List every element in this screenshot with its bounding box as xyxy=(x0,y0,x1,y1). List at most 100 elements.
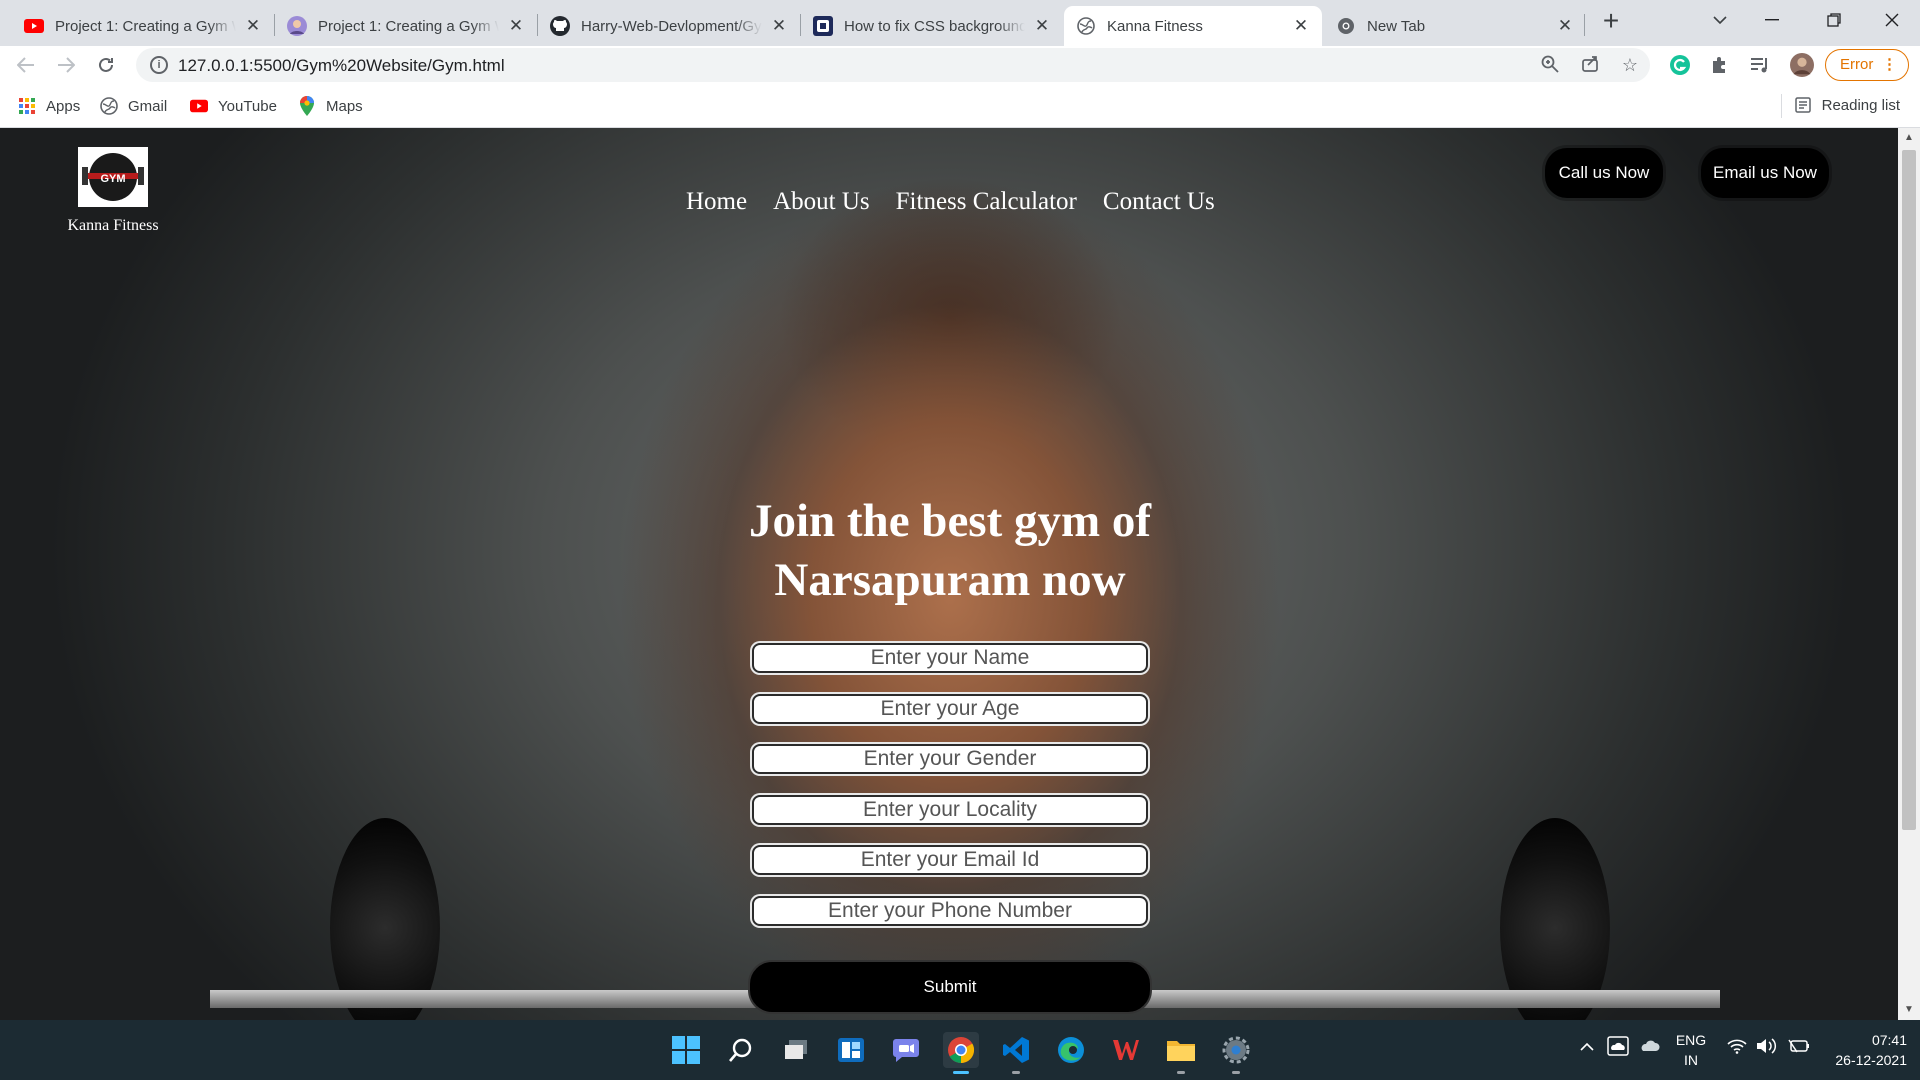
scroll-down-arrow-icon[interactable]: ▼ xyxy=(1903,1004,1915,1016)
new-tab-plus-icon[interactable]: + xyxy=(1598,7,1624,35)
tab-css-background[interactable]: How to fix CSS background ✕ xyxy=(801,6,1063,46)
nav-contact-us[interactable]: Contact Us xyxy=(1103,188,1215,216)
address-url[interactable]: 127.0.0.1:5500/Gym%20Website/Gym.html xyxy=(178,56,505,76)
clock-date: 26-12-2021 xyxy=(1835,1052,1907,1068)
globe-icon xyxy=(1076,16,1096,36)
tab-divider xyxy=(1584,14,1585,36)
weather-cloud-icon[interactable] xyxy=(1638,1036,1660,1059)
chrome-icon xyxy=(1336,16,1356,36)
language-indicator[interactable]: ENG IN xyxy=(1673,1030,1709,1070)
tab-avatar-project[interactable]: Project 1: Creating a Gym W ✕ xyxy=(275,6,537,46)
file-explorer-icon[interactable] xyxy=(1163,1032,1199,1074)
windows-taskbar: ENG IN 07:41 26-12-2021 xyxy=(0,1020,1920,1080)
tab-title: How to fix CSS background xyxy=(844,17,1025,35)
tab-youtube-project[interactable]: Project 1: Creating a Gym W ✕ xyxy=(12,6,274,46)
chat-icon[interactable] xyxy=(888,1032,924,1068)
region-label: IN xyxy=(1684,1052,1698,1068)
site-logo[interactable]: GYM Kanna Fitness xyxy=(58,147,168,235)
avatar-icon xyxy=(287,16,307,36)
email-input[interactable] xyxy=(752,845,1148,875)
page-viewport: GYM Kanna Fitness Home About Us Fitness … xyxy=(0,128,1920,1020)
close-tab-icon[interactable]: ✕ xyxy=(1556,17,1574,35)
tray-overflow-chevron-icon[interactable] xyxy=(1580,1038,1594,1056)
bookmark-label: YouTube xyxy=(218,97,277,115)
grammarly-icon[interactable] xyxy=(1668,53,1692,77)
bookmark-label: Apps xyxy=(46,97,81,115)
bookmark-label: Maps xyxy=(326,97,363,115)
system-clock[interactable]: 07:41 26-12-2021 xyxy=(1823,1030,1907,1070)
reading-list-button[interactable]: Reading list xyxy=(1794,96,1900,114)
bookmark-apps[interactable]: Apps xyxy=(18,96,80,116)
email-us-button[interactable]: Email us Now xyxy=(1701,148,1829,198)
more-menu-icon[interactable]: ⋮ xyxy=(1882,50,1897,79)
reading-list-icon xyxy=(1794,96,1812,114)
edge-icon[interactable] xyxy=(1053,1032,1089,1068)
close-tab-icon[interactable]: ✕ xyxy=(770,17,788,35)
chrome-icon[interactable] xyxy=(943,1032,979,1074)
extensions-puzzle-icon[interactable] xyxy=(1708,53,1732,77)
forward-arrow-icon[interactable] xyxy=(52,51,80,79)
bookmark-maps[interactable]: Maps xyxy=(298,96,363,116)
profile-avatar[interactable] xyxy=(1790,53,1814,77)
gender-input[interactable] xyxy=(752,744,1148,774)
profile-error-button[interactable]: Error ⋮ xyxy=(1825,49,1909,81)
locality-input[interactable] xyxy=(752,795,1148,825)
github-icon xyxy=(550,16,570,36)
site-icon xyxy=(813,16,833,36)
clock-time: 07:41 xyxy=(1871,1032,1907,1048)
tab-kanna-fitness[interactable]: Kanna Fitness ✕ xyxy=(1064,6,1322,46)
nav-home[interactable]: Home xyxy=(686,188,747,216)
share-icon[interactable] xyxy=(1580,55,1600,75)
bookmark-gmail[interactable]: Gmail xyxy=(100,96,167,116)
scrollbar-thumb[interactable] xyxy=(1902,150,1916,830)
bookmarks-bar: Apps Gmail YouTube Maps Reading list xyxy=(0,84,1920,128)
bookmarks-divider xyxy=(1781,94,1782,118)
nav-fitness-calculator[interactable]: Fitness Calculator xyxy=(896,188,1077,216)
restore-icon[interactable] xyxy=(1806,0,1862,40)
nav-about-us[interactable]: About Us xyxy=(773,188,870,216)
vscode-icon[interactable] xyxy=(998,1032,1034,1074)
reading-list-label: Reading list xyxy=(1821,96,1900,114)
zoom-icon[interactable] xyxy=(1540,55,1560,75)
close-window-icon[interactable] xyxy=(1864,0,1920,40)
tab-title: Kanna Fitness xyxy=(1107,17,1203,35)
wps-icon[interactable] xyxy=(1108,1032,1144,1068)
submit-button[interactable]: Submit xyxy=(748,960,1152,1014)
bookmark-star-icon[interactable]: ☆ xyxy=(1620,55,1640,75)
maps-pin-icon xyxy=(298,96,316,116)
phone-input[interactable] xyxy=(752,896,1148,926)
search-icon[interactable] xyxy=(723,1032,759,1068)
wifi-icon[interactable] xyxy=(1727,1038,1747,1059)
tab-title: Harry-Web-Devlopment/Gy xyxy=(581,17,762,35)
settings-icon[interactable] xyxy=(1218,1032,1254,1074)
onedrive-icon[interactable] xyxy=(1607,1036,1629,1061)
battery-icon[interactable] xyxy=(1788,1038,1810,1059)
call-us-button[interactable]: Call us Now xyxy=(1545,148,1663,198)
tab-github[interactable]: Harry-Web-Devlopment/Gy ✕ xyxy=(538,6,800,46)
logo-text: GYM xyxy=(100,173,125,185)
address-bar[interactable]: i 127.0.0.1:5500/Gym%20Website/Gym.html … xyxy=(136,48,1650,82)
minimize-icon[interactable] xyxy=(1744,0,1800,40)
tab-new-tab[interactable]: New Tab ✕ xyxy=(1324,6,1586,46)
close-tab-icon[interactable]: ✕ xyxy=(1292,17,1310,35)
task-view-icon[interactable] xyxy=(778,1032,814,1068)
start-icon[interactable] xyxy=(668,1032,704,1068)
tab-strip: Project 1: Creating a Gym W ✕ Project 1:… xyxy=(0,0,1920,46)
widgets-icon[interactable] xyxy=(833,1032,869,1068)
gym-logo-icon: GYM xyxy=(78,147,148,207)
reload-icon[interactable] xyxy=(92,51,120,79)
name-input[interactable] xyxy=(752,643,1148,673)
volume-icon[interactable] xyxy=(1756,1038,1778,1059)
site-navigation: Home About Us Fitness Calculator Contact… xyxy=(686,188,1241,216)
media-queue-icon[interactable] xyxy=(1748,53,1772,77)
scroll-up-arrow-icon[interactable]: ▲ xyxy=(1903,132,1915,144)
close-tab-icon[interactable]: ✕ xyxy=(244,17,262,35)
bookmark-youtube[interactable]: YouTube xyxy=(190,96,277,116)
tab-search-chevron-icon[interactable] xyxy=(1692,0,1748,40)
back-arrow-icon[interactable] xyxy=(12,51,40,79)
age-input[interactable] xyxy=(752,694,1148,724)
close-tab-icon[interactable]: ✕ xyxy=(507,17,525,35)
site-info-icon[interactable]: i xyxy=(150,56,168,74)
close-tab-icon[interactable]: ✕ xyxy=(1033,17,1051,35)
page-scrollbar[interactable]: ▲ ▼ xyxy=(1898,128,1920,1020)
